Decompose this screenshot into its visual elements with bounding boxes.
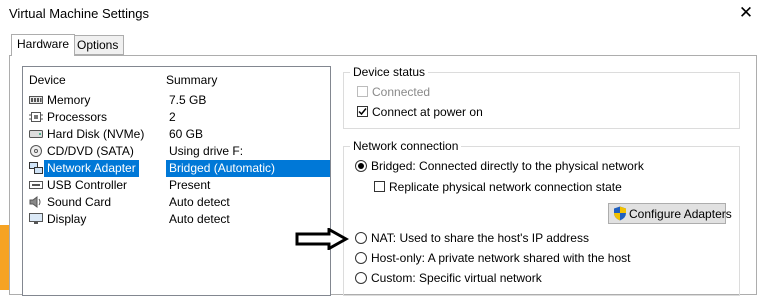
- list-item-processors[interactable]: Processors 2: [26, 109, 329, 126]
- device-name: Hard Disk (NVMe): [47, 127, 145, 141]
- connect-at-power-on-checkbox[interactable]: [357, 106, 368, 117]
- list-item-hard-disk[interactable]: Hard Disk (NVMe) 60 GB: [26, 126, 329, 143]
- checkmark-icon: [358, 108, 367, 116]
- list-item-memory[interactable]: Memory 7.5 GB: [26, 92, 329, 109]
- device-name: Sound Card: [47, 195, 112, 209]
- host-only-label: Host-only: A private network shared with…: [371, 251, 631, 265]
- device-status-group: Device status: [343, 65, 740, 129]
- connect-at-power-on-label: Connect at power on: [372, 105, 483, 119]
- device-summary: 60 GB: [169, 127, 204, 141]
- device-summary: 2: [169, 110, 176, 124]
- custom-label: Custom: Specific virtual network: [371, 271, 542, 285]
- device-summary: Auto detect: [169, 195, 230, 209]
- device-name: Memory: [47, 93, 91, 107]
- host-only-radio[interactable]: [355, 252, 367, 264]
- pointer-arrow-icon: [295, 228, 349, 250]
- custom-radio[interactable]: [355, 272, 367, 284]
- title-bar: Virtual Machine Settings ✕: [0, 0, 757, 28]
- list-item-sound-card[interactable]: Sound Card Auto detect: [26, 194, 329, 211]
- list-item-display[interactable]: Display Auto detect: [26, 211, 329, 228]
- usb-icon: [29, 181, 43, 189]
- device-status-title: Device status: [350, 65, 429, 79]
- memory-icon: [29, 96, 43, 104]
- nat-label: NAT: Used to share the host's IP address: [371, 231, 589, 245]
- network-connection-title: Network connection: [350, 139, 462, 153]
- device-list[interactable]: Device Summary Memory 7.5 GB Processors …: [22, 66, 331, 296]
- device-name: Network Adapter: [44, 160, 139, 177]
- close-icon[interactable]: ✕: [737, 3, 755, 23]
- device-name: CD/DVD (SATA): [47, 144, 134, 158]
- uac-shield-icon: [614, 206, 626, 221]
- bridged-radio[interactable]: [355, 160, 367, 172]
- tab-hardware[interactable]: Hardware: [11, 34, 76, 56]
- device-column-header[interactable]: Device: [29, 73, 66, 87]
- hard-disk-icon: [29, 130, 43, 138]
- device-summary: Using drive F:: [169, 144, 244, 158]
- replicate-state-checkbox[interactable]: [374, 181, 385, 192]
- network-adapter-icon: [29, 162, 43, 174]
- display-icon: [29, 213, 43, 224]
- device-name: Display: [47, 212, 87, 226]
- window-title: Virtual Machine Settings: [9, 6, 149, 21]
- list-item-network-adapter[interactable]: Network Adapter Bridged (Automatic): [26, 160, 330, 177]
- summary-column-header[interactable]: Summary: [166, 73, 217, 87]
- configure-adapters-button[interactable]: Configure Adapters: [608, 203, 732, 224]
- list-item-usb-controller[interactable]: USB Controller Present: [26, 177, 329, 194]
- sound-card-icon: [29, 196, 41, 208]
- replicate-state-label: Replicate physical network connection st…: [389, 180, 622, 194]
- device-summary: 7.5 GB: [169, 93, 207, 107]
- bridged-label: Bridged: Connected directly to the physi…: [371, 159, 644, 173]
- connected-label: Connected: [372, 85, 431, 99]
- connected-checkbox[interactable]: [357, 86, 368, 97]
- device-summary: Auto detect: [169, 212, 230, 226]
- tab-options[interactable]: Options: [71, 35, 125, 55]
- nat-radio[interactable]: [355, 232, 367, 244]
- cd-dvd-icon: [30, 145, 42, 157]
- device-summary: Bridged (Automatic): [166, 160, 330, 177]
- list-item-cd-dvd[interactable]: CD/DVD (SATA) Using drive F:: [26, 143, 329, 160]
- processor-icon: [29, 112, 43, 122]
- background-window-strip: [0, 225, 9, 290]
- device-name: Processors: [47, 110, 108, 124]
- configure-adapters-label: Configure Adapters: [629, 207, 732, 221]
- device-summary: Present: [169, 178, 211, 192]
- device-name: USB Controller: [47, 178, 128, 192]
